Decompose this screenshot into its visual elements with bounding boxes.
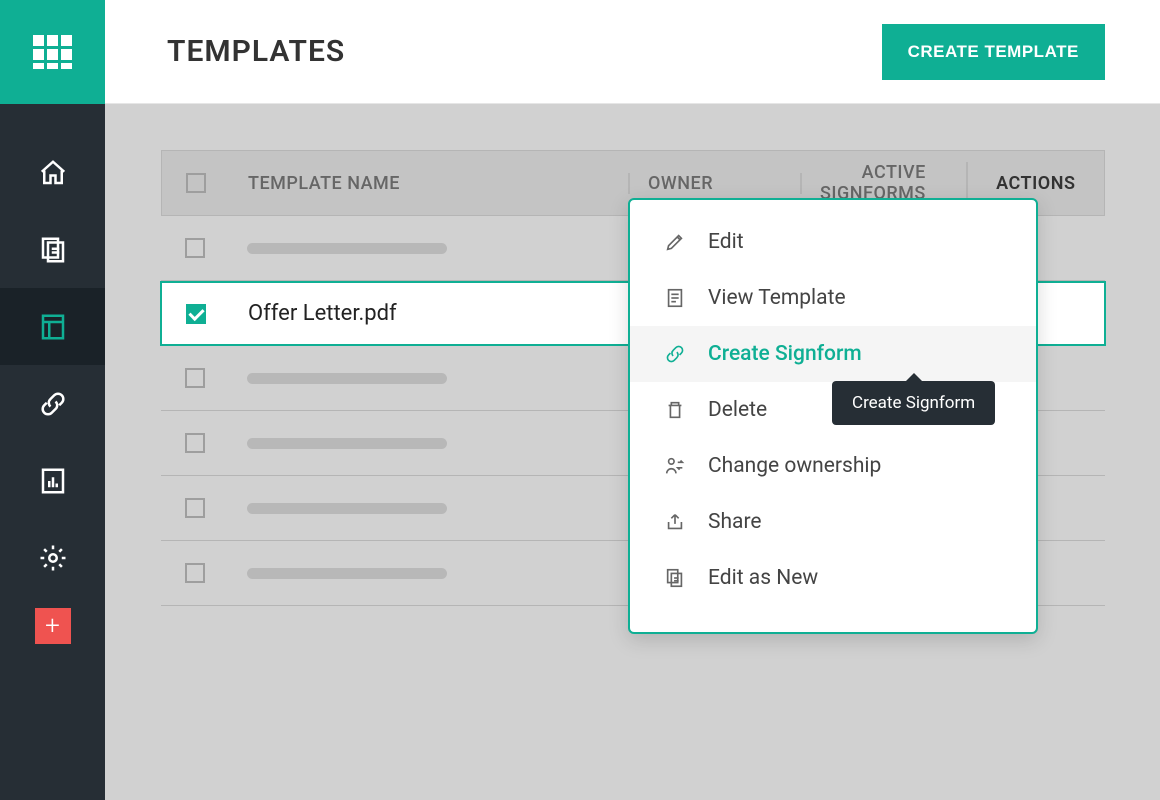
nav-documents[interactable] (0, 211, 105, 288)
main-area: TEMPLATES CREATE TEMPLATE TEMPLATE NAME … (105, 0, 1160, 800)
add-button[interactable]: + (35, 608, 71, 644)
menu-label: Change ownership (708, 454, 881, 478)
row-checkbox[interactable] (185, 498, 205, 518)
app-logo[interactable] (0, 0, 105, 104)
home-icon (38, 158, 68, 188)
nav-settings[interactable] (0, 519, 105, 596)
nav-home[interactable] (0, 134, 105, 211)
copy-doc-icon (664, 567, 686, 589)
menu-label: Delete (708, 398, 767, 422)
grid-icon (33, 35, 72, 69)
share-icon (664, 511, 686, 533)
person-swap-icon (664, 455, 686, 477)
row-checkbox[interactable] (185, 433, 205, 453)
row-checkbox[interactable] (185, 563, 205, 583)
plus-icon: + (45, 611, 60, 641)
tooltip: Create Signform (832, 381, 995, 425)
menu-label: Share (708, 510, 762, 534)
trash-icon (664, 399, 686, 421)
menu-share[interactable]: Share (630, 494, 1036, 550)
name-placeholder (247, 503, 447, 514)
name-placeholder (247, 243, 447, 254)
topbar: TEMPLATES CREATE TEMPLATE (105, 0, 1160, 104)
row-checkbox[interactable] (185, 238, 205, 258)
row-checkbox[interactable] (185, 368, 205, 388)
name-placeholder (247, 438, 447, 449)
col-owner[interactable]: OWNER (630, 173, 802, 194)
menu-edit[interactable]: Edit (630, 214, 1036, 270)
menu-create-signform[interactable]: Create Signform (630, 326, 1036, 382)
pencil-icon (664, 231, 686, 253)
menu-change-ownership[interactable]: Change ownership (630, 438, 1036, 494)
menu-label: View Template (708, 286, 846, 310)
menu-label: Edit as New (708, 566, 818, 590)
menu-edit-as-new[interactable]: Edit as New (630, 550, 1036, 606)
select-all-cell (162, 173, 230, 193)
name-placeholder (247, 373, 447, 384)
nav-links[interactable] (0, 365, 105, 442)
sidebar: + (0, 0, 105, 800)
menu-label: Edit (708, 230, 744, 254)
settings-icon (38, 543, 68, 573)
col-template-name[interactable]: TEMPLATE NAME (230, 173, 630, 194)
nav-reports[interactable] (0, 442, 105, 519)
select-all-checkbox[interactable] (186, 173, 206, 193)
actions-dropdown: Edit View Template Create Signform Delet… (628, 198, 1038, 634)
template-name: Offer Letter.pdf (248, 301, 397, 326)
col-actions[interactable]: ACTIONS (968, 173, 1104, 194)
page-title: TEMPLATES (167, 34, 345, 69)
reports-icon (38, 466, 68, 496)
name-placeholder (247, 568, 447, 579)
templates-icon (38, 312, 68, 342)
create-template-button[interactable]: CREATE TEMPLATE (882, 24, 1105, 80)
link-icon (664, 343, 686, 365)
content: TEMPLATE NAME OWNER ACTIVE SIGNFORMS ACT… (105, 104, 1160, 800)
tooltip-text: Create Signform (852, 393, 975, 413)
menu-view-template[interactable]: View Template (630, 270, 1036, 326)
documents-icon (38, 235, 68, 265)
row-checkbox[interactable] (186, 304, 206, 324)
link-icon (38, 389, 68, 419)
nav-templates[interactable] (0, 288, 105, 365)
menu-label: Create Signform (708, 342, 862, 366)
document-icon (664, 287, 686, 309)
